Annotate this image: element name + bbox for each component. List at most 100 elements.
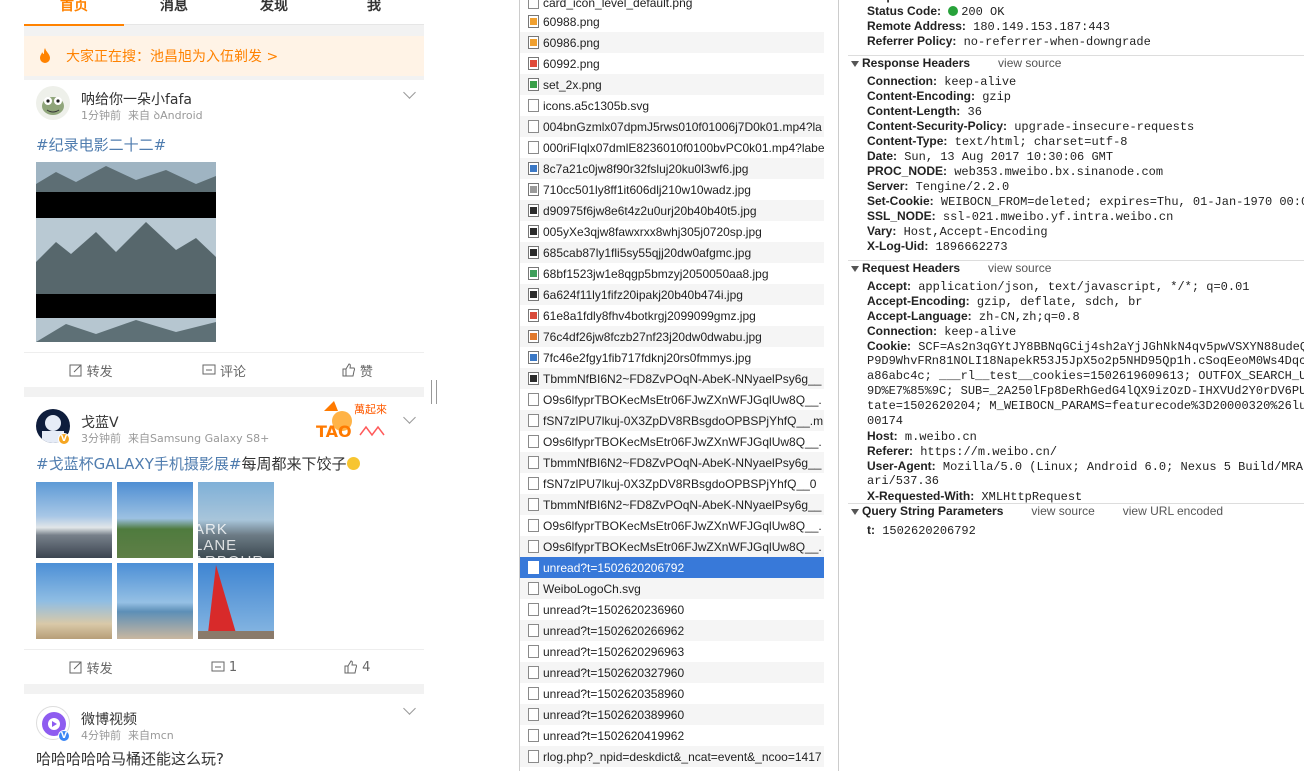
- verified-badge-icon: V: [58, 730, 70, 742]
- request-row[interactable]: d90975f6jw8e6t4z2u0urj20b40b40t5.jpg: [520, 200, 824, 221]
- network-request-list: card_icon_level_default.png 60988.png 609…: [519, 0, 839, 771]
- panel-resize-handle[interactable]: [431, 380, 437, 404]
- request-row[interactable]: set_2x.png: [520, 74, 824, 95]
- header-value: tate=1502620204; M_WEIBOCN_PARAMS=featur…: [867, 399, 1304, 413]
- request-name: icons.a5c1305b.svg: [543, 98, 650, 113]
- request-row[interactable]: O9s6lfyprTBOKecMsEtr06FJwZXnWFJGqlUw8Q__…: [520, 515, 824, 536]
- request-row[interactable]: WeiboLogoCh.svg: [520, 578, 824, 599]
- username[interactable]: 微博视频: [81, 709, 137, 729]
- request-row[interactable]: 7fc46e2fgy1fib717fdknj20rs0fmmys.jpg: [520, 347, 824, 368]
- photo-thumb[interactable]: [36, 482, 112, 558]
- request-row[interactable]: rlog.php?_npid=deskdict&_ncat=event&_nco…: [520, 746, 824, 767]
- document-file-icon: [528, 120, 539, 133]
- document-file-icon: [528, 435, 539, 448]
- hot-search-banner[interactable]: 大家正在搜：池昌旭为入伍剃发 >: [24, 36, 424, 76]
- request-row[interactable]: 68bf1523jw1e8qgp5bmzyj2050050aa8.jpg: [520, 263, 824, 284]
- header-line: P9D9WhvFRn81NOLI18NapekR53J5JpX5o2p5NHD9…: [867, 354, 1304, 369]
- request-row[interactable]: O9s6lfyprTBOKecMsEtr06FJwZXnWFJGqlUw8Q__…: [520, 536, 824, 557]
- request-row[interactable]: 8c7a21c0jw8f90r32fsluj20ku0l3wf6.jpg: [520, 158, 824, 179]
- comment-button[interactable]: 评论: [157, 353, 290, 387]
- request-headers-section[interactable]: Request Headers view source: [848, 260, 1304, 278]
- chevron-down-icon[interactable]: [403, 86, 416, 99]
- request-name: 61e8a1fdly8fhv4botkrgj2099099gmz.jpg: [543, 308, 756, 323]
- svg-text:TAO: TAO: [316, 422, 352, 441]
- username[interactable]: 呐给你一朵小fafa: [81, 89, 192, 109]
- triangle-down-icon: [851, 60, 859, 67]
- request-row[interactable]: 005yXe3qjw8fawxrxx8whj305j0720sp.jpg: [520, 221, 824, 242]
- section-title: Request Headers: [862, 261, 961, 275]
- request-row[interactable]: 60992.png: [520, 53, 824, 74]
- view-source-link[interactable]: view source: [988, 261, 1051, 275]
- header-value: 1896662273: [935, 240, 1008, 254]
- post-source: 来自Samsung Galaxy S8+: [128, 432, 270, 445]
- repost-button[interactable]: 转发: [24, 353, 157, 387]
- tab-home[interactable]: 首页: [24, 0, 124, 26]
- response-headers-section[interactable]: Response Headers view source: [848, 55, 1304, 73]
- request-row[interactable]: unread?t=1502620327960: [520, 662, 824, 683]
- request-row[interactable]: 004bnGzmlx07dpmJ5rws010f01006j7D0k01.mp4…: [520, 116, 824, 137]
- username[interactable]: 戈蓝V: [81, 412, 119, 432]
- status-ok-dot-icon: [948, 6, 959, 16]
- photo-thumb[interactable]: ARK LANE ARBOUR: [198, 482, 274, 558]
- request-name: 7fc46e2fgy1fib717fdknj20rs0fmmys.jpg: [543, 350, 752, 365]
- view-source-link[interactable]: view source: [1031, 504, 1094, 518]
- request-row[interactable]: O9s6lfyprTBOKecMsEtr06FJwZXnWFJGqlUw8Q__…: [520, 389, 824, 410]
- request-row[interactable]: 76c4df26jw8fczb27nf23j20dw0dwabu.jpg: [520, 326, 824, 347]
- comment-button[interactable]: 1: [157, 650, 290, 684]
- request-row[interactable]: 61e8a1fdly8fhv4botkrgj2099099gmz.jpg: [520, 305, 824, 326]
- request-row[interactable]: TbmmNfBI6N2~FD8ZvPOqN-AbeK-NNyaelPsy6g__: [520, 452, 824, 473]
- photo-thumb[interactable]: [198, 563, 274, 639]
- request-row[interactable]: 685cab87ly1fli5sy55qjj20dw0afgmc.jpg: [520, 242, 824, 263]
- header-line: Referrer Policy: no-referrer-when-downgr…: [867, 34, 1151, 50]
- tab-discover[interactable]: 发现: [224, 0, 324, 25]
- photo-thumb[interactable]: [117, 482, 193, 558]
- request-row[interactable]: TbmmNfBI6N2~FD8ZvPOqN-AbeK-NNyaelPsy6g__: [520, 494, 824, 515]
- post-time: 4分钟前: [81, 729, 121, 742]
- photo-thumb[interactable]: [36, 563, 112, 639]
- request-row[interactable]: icons.a5c1305b.svg: [520, 95, 824, 116]
- request-name: 60988.png: [543, 14, 600, 29]
- request-row[interactable]: unread?t=1502620358960: [520, 683, 824, 704]
- view-url-encoded-link[interactable]: view URL encoded: [1123, 504, 1223, 518]
- tab-messages[interactable]: 消息: [124, 0, 224, 25]
- request-name: unread?t=1502620296963: [543, 644, 685, 659]
- header-key: Remote Address:: [867, 19, 966, 33]
- document-file-icon: [528, 540, 539, 553]
- request-row[interactable]: TbmmNfBI6N2~FD8ZvPOqN-AbeK-NNyaelPsy6g__: [520, 368, 824, 389]
- request-row[interactable]: unread?t=1502620419962: [520, 725, 824, 746]
- topic-link[interactable]: #戈蓝杯GALAXY手机摄影展#: [36, 455, 241, 473]
- avatar[interactable]: [36, 86, 70, 120]
- header-value: 200 OK: [961, 5, 1005, 19]
- request-row[interactable]: unread?t=1502620296963: [520, 641, 824, 662]
- request-row[interactable]: O9s6lfyprTBOKecMsEtr06FJwZXnWFJGqlUw8Q__…: [520, 431, 824, 452]
- chevron-down-icon[interactable]: [403, 702, 416, 715]
- header-line: Date: Sun, 13 Aug 2017 10:30:06 GMT: [867, 149, 1113, 165]
- like-button[interactable]: 赞: [291, 353, 424, 387]
- header-line: SSL_NODE: ssl-021.mweibo.yf.intra.weibo.…: [867, 209, 1173, 225]
- tab-me[interactable]: 我: [324, 0, 424, 25]
- request-row[interactable]: 6a624f11ly1fifz20ipakj20b40b474i.jpg: [520, 284, 824, 305]
- request-row[interactable]: 60986.png: [520, 32, 824, 53]
- view-source-link[interactable]: view source: [998, 56, 1061, 70]
- request-row[interactable]: 60988.png: [520, 11, 824, 32]
- chevron-down-icon[interactable]: [403, 411, 416, 424]
- request-row[interactable]: fSN7zlPU7lkuj-0X3ZpDV8RBsgdoOPBSPjYhfQ__…: [520, 473, 824, 494]
- video-thumbnail[interactable]: [36, 162, 216, 342]
- request-row[interactable]: 710cc501ly8ff1it606dlj210w10wadz.jpg: [520, 179, 824, 200]
- request-row[interactable]: unread?t=1502620206792: [520, 557, 824, 578]
- query-string-section[interactable]: Query String Parameters view source view U…: [848, 503, 1304, 521]
- repost-button[interactable]: 转发: [24, 650, 157, 684]
- request-row[interactable]: 000riFIqlx07dmlE8236010f0100bvPC0k01.mp4…: [520, 137, 824, 158]
- header-value: 180.149.153.187:443: [973, 20, 1110, 34]
- header-line: Remote Address: 180.149.153.187:443: [867, 19, 1110, 35]
- request-row[interactable]: unread?t=1502620389960: [520, 704, 824, 725]
- topic-link[interactable]: #纪录电影二十二#: [36, 136, 166, 154]
- like-button[interactable]: 4: [291, 650, 424, 684]
- header-key: Referer:: [867, 444, 914, 458]
- request-row[interactable]: fSN7zlPU7lkuj-0X3ZpDV8RBsgdoOPBSPjYhfQ__…: [520, 410, 824, 431]
- request-row[interactable]: unread?t=1502620266962: [520, 620, 824, 641]
- request-row[interactable]: unread?t=1502620236960: [520, 599, 824, 620]
- svg-text:萬起來: 萬起來: [354, 403, 387, 416]
- photo-thumb[interactable]: [117, 563, 193, 639]
- header-line: Status Code: 200 OK: [867, 4, 1004, 20]
